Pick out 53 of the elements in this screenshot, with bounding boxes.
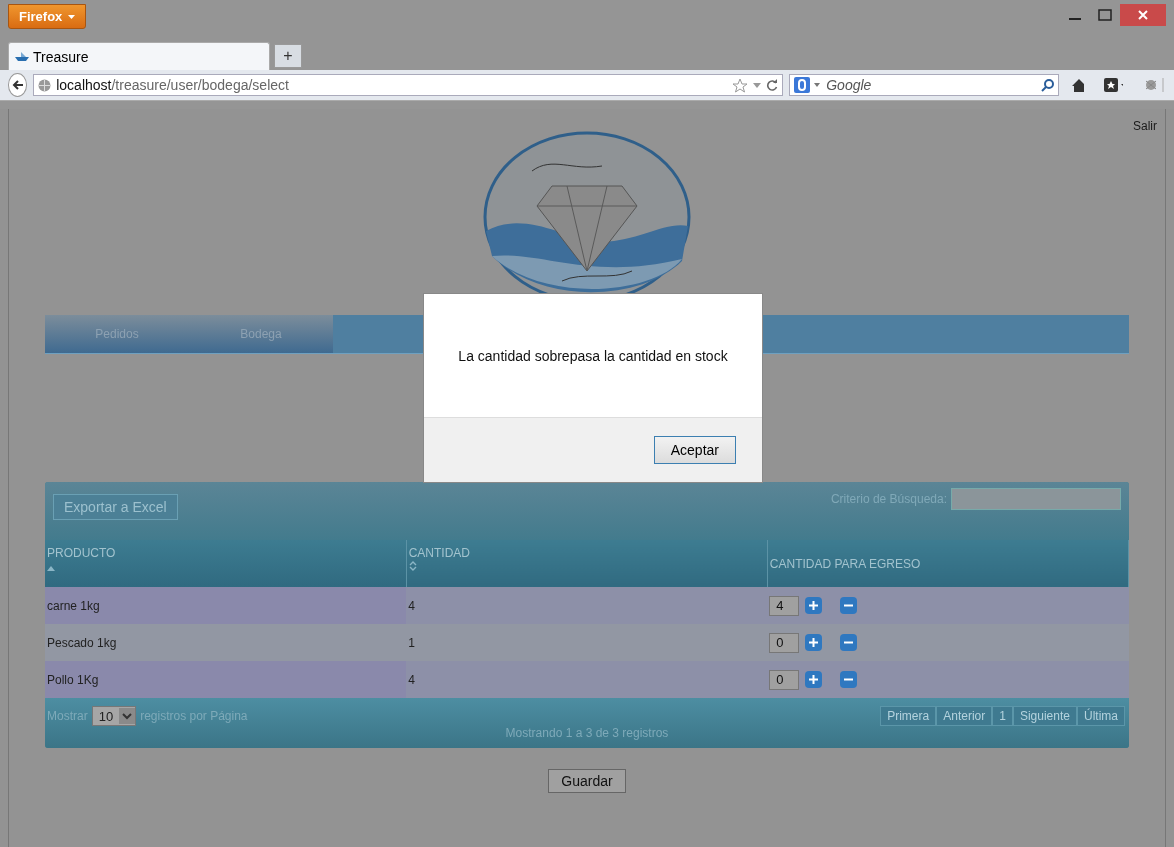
table-cell: carne 1kg <box>45 587 407 624</box>
pagination-button[interactable]: Última <box>1077 706 1125 726</box>
search-engine-icon[interactable] <box>794 77 811 93</box>
quantity-field[interactable]: 0 <box>769 669 800 690</box>
minus-icon[interactable] <box>840 634 858 651</box>
search-field[interactable] <box>951 488 1121 510</box>
dialog-message: La cantidad sobrepasa la cantidad en stock <box>458 347 728 364</box>
dropdown-icon[interactable] <box>753 82 762 88</box>
address-bar[interactable]: localhost/treasure/user/bodega/select <box>33 74 784 96</box>
column-header[interactable]: PRODUCTO <box>45 540 407 587</box>
url-text: localhost/treasure/user/bodega/select <box>56 77 289 93</box>
pagination-button[interactable]: Anterior <box>936 706 993 726</box>
records-info: Mostrando 1 a 3 de 3 registros <box>505 726 669 740</box>
logout-link[interactable]: Salir <box>1133 119 1157 133</box>
pagination-button[interactable]: 1 <box>992 706 1013 726</box>
quantity-field[interactable]: 0 <box>769 632 800 653</box>
page-size-select[interactable]: 10 <box>91 706 137 726</box>
column-header: CANTIDAD PARA EGRESO <box>767 540 1129 587</box>
search-bar[interactable]: Google <box>789 74 1060 96</box>
browser-tab[interactable]: Treasure <box>8 42 270 70</box>
plus-icon[interactable] <box>805 634 823 651</box>
globe-icon <box>38 78 52 92</box>
minus-icon[interactable] <box>840 671 858 688</box>
table-cell: Pescado 1kg <box>45 624 407 661</box>
firefox-menu-button[interactable]: Firefox <box>8 4 87 29</box>
table-cell: 4 <box>406 587 768 624</box>
bookmarks-icon[interactable] <box>1103 78 1123 92</box>
pagination-button[interactable]: Primera <box>880 706 937 726</box>
back-icon[interactable] <box>8 73 28 97</box>
ship-icon <box>15 51 29 62</box>
star-icon[interactable] <box>732 77 749 93</box>
save-button[interactable]: Guardar <box>548 769 626 793</box>
pagination-button[interactable]: Siguiente <box>1012 706 1077 726</box>
new-tab-button[interactable]: + <box>274 44 302 68</box>
table-cell: 4 <box>406 661 768 698</box>
column-header[interactable]: CANTIDAD <box>406 540 768 587</box>
sort-ascending-icon[interactable] <box>47 565 55 571</box>
show-label: Mostrar <box>47 709 88 723</box>
plus-icon[interactable] <box>805 597 823 614</box>
plus-icon[interactable] <box>805 671 823 688</box>
sort-icon[interactable] <box>408 561 417 571</box>
accept-button[interactable]: Aceptar <box>653 436 736 464</box>
search-icon[interactable] <box>1041 78 1055 92</box>
home-icon[interactable] <box>1071 77 1084 93</box>
minus-icon[interactable] <box>840 597 858 614</box>
table-cell: Pollo 1Kg <box>45 661 407 698</box>
quantity-field[interactable]: 4 <box>769 595 800 616</box>
table-cell: 1 <box>406 624 768 661</box>
dropdown-icon[interactable] <box>814 83 821 87</box>
export-excel-button[interactable]: Exportar a Excel <box>53 494 178 520</box>
caret-icon <box>68 14 76 19</box>
reload-icon[interactable] <box>766 79 779 91</box>
close-icon[interactable] <box>1120 4 1166 26</box>
